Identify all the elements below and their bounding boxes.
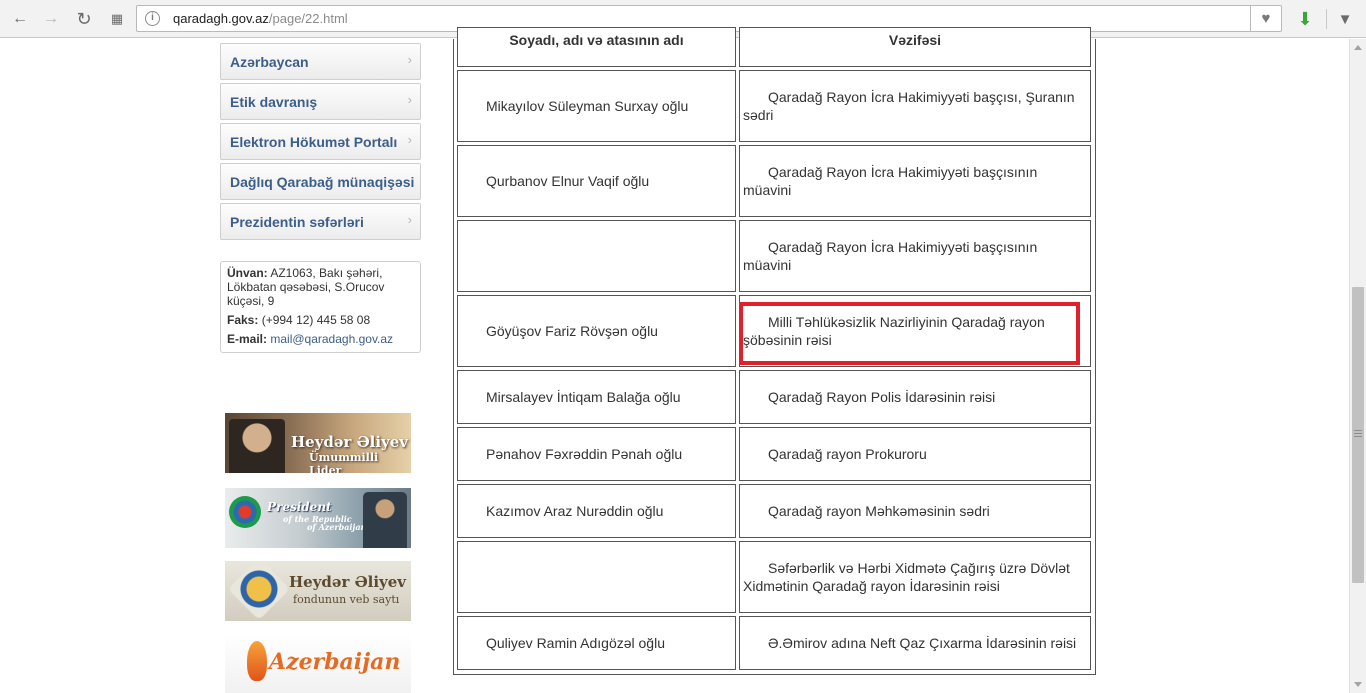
table-row-position: Qaradağ Rayon İcra Hakimiyyəti başçısı, … (739, 70, 1091, 142)
foundation-logo-icon (227, 561, 291, 621)
table-row-name (457, 541, 736, 613)
table-header-name: Soyadı, adı və atasının adı (457, 27, 736, 67)
contact-box: Ünvan: AZ1063, Bakı şəhəri, Lökbatan qəs… (220, 261, 421, 353)
table-row-position: Qaradağ rayon Prokuroru (739, 427, 1091, 481)
chevron-right-icon: › (407, 52, 412, 67)
flame-logo-icon (247, 641, 267, 681)
contact-email: E-mail: mail@qaradagh.gov.az (227, 332, 394, 346)
president-banner[interactable]: President of the Republic of Azerbaijan (225, 488, 411, 548)
scrollbar-thumb[interactable] (1352, 287, 1364, 583)
reload-icon[interactable]: ↻ (73, 8, 95, 30)
apps-grid-icon[interactable]: ▦ (106, 8, 128, 30)
banner-title: Azerbaijan (269, 649, 401, 675)
table-row-position: Qaradağ rayon Məhkəməsinin sədri (739, 484, 1091, 538)
banner-title: President (267, 500, 332, 514)
sidebar-item-label: Dağlıq Qarabağ münaqişəsi (230, 174, 415, 190)
toolbar-divider (1326, 9, 1327, 29)
azerbaijan-tourism-banner[interactable]: Azerbaijan (225, 633, 411, 693)
banner-subtitle: of Azerbaijan (307, 522, 367, 532)
sidebar-item-dagliq-qarabag[interactable]: Dağlıq Qarabağ münaqişəsi (220, 163, 421, 200)
download-extension-icon[interactable]: ⬇ (1294, 8, 1316, 30)
page-info-icon[interactable]: i (145, 11, 160, 26)
banner-title: Heydər Əliyev (291, 433, 409, 451)
menu-download-icon[interactable]: ▼ (1334, 8, 1356, 30)
contact-address: Ünvan: AZ1063, Bakı şəhəri, Lökbatan qəs… (227, 266, 385, 308)
email-link[interactable]: mail@qaradagh.gov.az (270, 332, 393, 346)
forward-arrow-icon[interactable]: → (40, 8, 62, 30)
sidebar-item-etik-davranis[interactable]: Etik davranış › (220, 83, 421, 120)
sidebar-item-label: Azərbaycan (230, 54, 309, 70)
scroll-down-icon[interactable] (1354, 682, 1362, 687)
contact-fax: Faks: (+994 12) 445 58 08 (227, 313, 371, 327)
portrait-image (363, 492, 407, 548)
table-row-name: Pənahov Fəxrəddin Pənah oğlu (457, 427, 736, 481)
sidebar-item-label: Etik davranış (230, 94, 318, 110)
heydar-aliyev-foundation-banner[interactable]: Heydər Əliyev fondunun veb saytı (225, 561, 411, 621)
table-row-position: Qaradağ Rayon Polis İdarəsinin rəisi (739, 370, 1091, 424)
chevron-right-icon: › (407, 132, 412, 147)
url-text: qaradagh.gov.az/page/22.html (173, 11, 348, 26)
banner-subtitle: fondunun veb saytı (293, 593, 400, 606)
table-header-position: Vəzifəsi (739, 27, 1091, 67)
table-row-name: Göyüşov Fariz Rövşən oğlu (457, 295, 736, 367)
heydar-aliyev-banner[interactable]: Heydər Əliyev Ümummilli Lider (225, 413, 411, 473)
sidebar-item-label: Prezidentin səfərləri (230, 214, 364, 230)
table-row-position: Ə.Əmirov adına Neft Qaz Çıxarma İdarəsin… (739, 616, 1091, 670)
bookmark-heart-icon[interactable]: ♥ (1250, 6, 1281, 31)
table-row-name: Mirsalayev İntiqam Balağa oğlu (457, 370, 736, 424)
table-row-name: Quliyev Ramin Adıgözəl oğlu (457, 616, 736, 670)
banner-title: Heydər Əliyev (289, 573, 407, 591)
back-arrow-icon[interactable]: ← (9, 8, 31, 30)
portrait-image (229, 419, 285, 473)
table-row-position: Qaradağ Rayon İcra Hakimiyyəti başçısını… (739, 145, 1091, 217)
sidebar-item-prezidentin-seferleri[interactable]: Prezidentin səfərləri › (220, 203, 421, 240)
sidebar-item-azerbaycan[interactable]: Azərbaycan › (220, 43, 421, 80)
sidebar-item-elektron-hokumet[interactable]: Elektron Hökumət Portalı › (220, 123, 421, 160)
table-row-position: Səfərbərlik və Hərbi Xidmətə Çağırış üzr… (739, 541, 1091, 613)
table-row-position: Qaradağ Rayon İcra Hakimiyyəti başçısını… (739, 220, 1091, 292)
banner-subtitle: Ümummilli Lider (309, 451, 379, 473)
state-emblem-icon (229, 496, 261, 528)
table-row-name: Mikayılov Süleyman Surxay oğlu (457, 70, 736, 142)
sidebar-item-label: Elektron Hökumət Portalı (230, 134, 398, 150)
chevron-right-icon: › (407, 212, 412, 227)
red-highlight-box (739, 302, 1080, 365)
table-row-name: Kazımov Araz Nurəddin oğlu (457, 484, 736, 538)
vertical-scrollbar[interactable] (1349, 39, 1366, 693)
table-row-name (457, 220, 736, 292)
chevron-right-icon: › (407, 92, 412, 107)
table-row-name: Qurbanov Elnur Vaqif oğlu (457, 145, 736, 217)
scroll-up-icon[interactable] (1354, 45, 1362, 50)
